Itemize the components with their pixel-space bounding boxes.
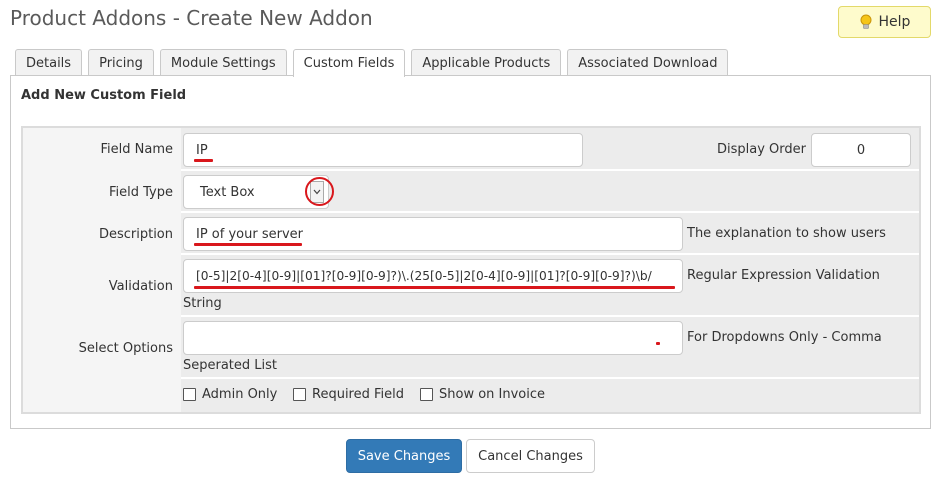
select-options-input[interactable] bbox=[183, 321, 683, 355]
select-options-row: Select Options For Dropdowns Only - Comm… bbox=[23, 317, 919, 379]
admin-only-checkbox[interactable]: Admin Only bbox=[183, 387, 277, 402]
tab-details[interactable]: Details bbox=[15, 49, 83, 76]
help-label: Help bbox=[878, 14, 911, 30]
cancel-changes-button[interactable]: Cancel Changes bbox=[466, 439, 595, 473]
required-field-checkbox[interactable]: Required Field bbox=[293, 387, 404, 402]
save-changes-button[interactable]: Save Changes bbox=[346, 439, 462, 473]
select-options-hint-continued: Seperated List bbox=[183, 358, 278, 373]
options-row: Admin Only Required Field Show on Invoic… bbox=[23, 379, 919, 412]
annotation-underline bbox=[194, 243, 302, 246]
page-title: Product Addons - Create New Addon bbox=[10, 6, 373, 30]
field-name-row: Field Name IP Display Order 0 bbox=[23, 128, 919, 171]
annotation-underline bbox=[194, 159, 213, 162]
annotation-mark bbox=[656, 342, 660, 345]
description-hint: The explanation to show users bbox=[687, 226, 886, 241]
required-field-label: Required Field bbox=[312, 387, 404, 402]
select-options-hint: For Dropdowns Only - Comma bbox=[687, 330, 882, 345]
lightbulb-icon bbox=[859, 14, 873, 30]
annotation-circle bbox=[305, 177, 334, 206]
tab-applicable-products[interactable]: Applicable Products bbox=[411, 49, 562, 76]
tab-pricing[interactable]: Pricing bbox=[88, 49, 154, 76]
show-on-invoice-checkbox[interactable]: Show on Invoice bbox=[420, 387, 545, 402]
help-button[interactable]: Help bbox=[838, 6, 931, 38]
show-on-invoice-label: Show on Invoice bbox=[439, 387, 546, 402]
validation-label: Validation bbox=[23, 255, 181, 317]
checkbox-box[interactable] bbox=[420, 388, 433, 401]
tab-associated-download[interactable]: Associated Download bbox=[567, 49, 729, 76]
checkbox-box[interactable] bbox=[293, 388, 306, 401]
select-options-label: Select Options bbox=[23, 317, 181, 379]
section-heading: Add New Custom Field bbox=[21, 88, 187, 103]
custom-fields-panel: Add New Custom Field Field Name IP Displ… bbox=[10, 75, 931, 429]
validation-hint-continued: String bbox=[183, 296, 222, 311]
custom-field-form: Field Name IP Display Order 0 Field Type… bbox=[21, 126, 921, 414]
description-label: Description bbox=[23, 213, 181, 255]
display-order-input[interactable]: 0 bbox=[811, 133, 911, 167]
field-name-input[interactable]: IP bbox=[183, 133, 583, 167]
display-order-label: Display Order bbox=[717, 142, 806, 157]
validation-row: Validation [0-5]|2[0-4][0-9]|[01]?[0-9][… bbox=[23, 255, 919, 317]
checkbox-box[interactable] bbox=[183, 388, 196, 401]
tab-bar: Details Pricing Module Settings Custom F… bbox=[15, 49, 729, 77]
tab-module-settings[interactable]: Module Settings bbox=[159, 49, 287, 76]
validation-hint: Regular Expression Validation bbox=[687, 268, 880, 283]
field-type-row: Field Type Text Box bbox=[23, 171, 919, 213]
annotation-underline bbox=[194, 286, 675, 289]
field-name-label: Field Name bbox=[23, 128, 181, 171]
tab-custom-fields[interactable]: Custom Fields bbox=[292, 49, 406, 77]
admin-only-label: Admin Only bbox=[202, 387, 278, 402]
field-type-label: Field Type bbox=[23, 171, 181, 213]
field-type-value: Text Box bbox=[200, 184, 255, 200]
description-row: Description IP of your server The explan… bbox=[23, 213, 919, 255]
